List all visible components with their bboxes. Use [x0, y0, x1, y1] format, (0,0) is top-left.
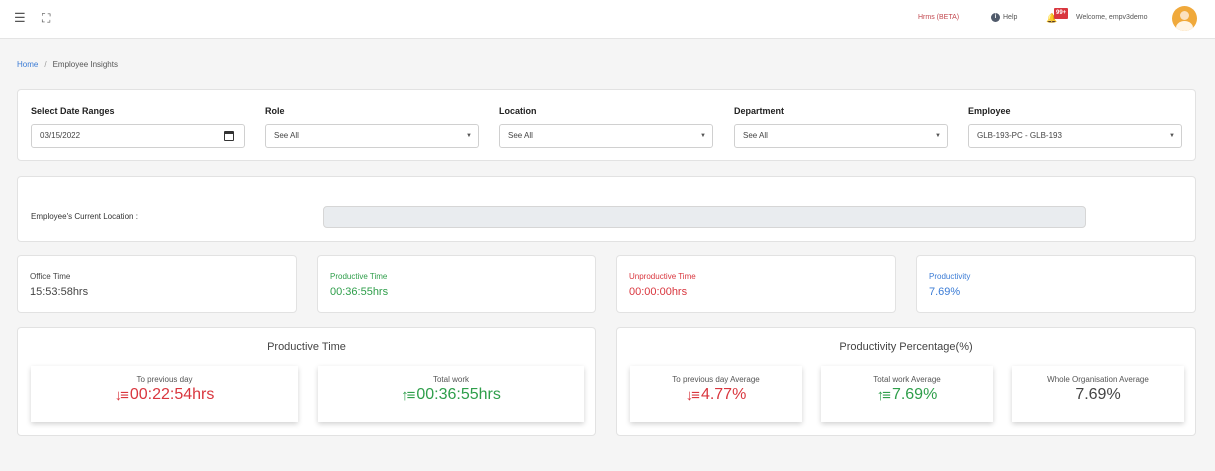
location-filter: Location See All ▼: [499, 106, 713, 148]
office-time-card: Office Time 15:53:58hrs: [17, 255, 297, 313]
total-work-average-metric: Total work Average ↑≡ 7.69%: [821, 366, 993, 422]
fullscreen-icon[interactable]: ⛶: [42, 11, 56, 25]
previous-day-average-value-row: ↓≡ 4.77%: [630, 386, 802, 404]
productivity-label: Productivity: [929, 272, 971, 281]
top-navbar: ☰ ⛶ Hrms (BETA) i Help 🔔 99+ Welcome, em…: [0, 0, 1215, 39]
current-location-field: [323, 206, 1086, 228]
sort-up-icon: ↑≡: [401, 386, 415, 404]
previous-day-value-row: ↓≡ 00:22:54hrs: [31, 386, 298, 404]
previous-day-value: 00:22:54hrs: [129, 386, 215, 403]
sort-up-icon: ↑≡: [876, 386, 891, 404]
previous-day-average-value: 4.77%: [700, 386, 747, 403]
previous-day-metric: To previous day ↓≡ 00:22:54hrs: [31, 366, 298, 422]
sort-down-icon: ↓≡: [114, 386, 129, 404]
office-time-label: Office Time: [30, 272, 71, 281]
total-work-label: Total work: [432, 375, 469, 384]
department-select[interactable]: See All ▼: [734, 124, 948, 148]
chevron-down-icon: ▼: [935, 133, 941, 139]
help-link[interactable]: i Help: [991, 13, 1017, 22]
info-icon: i: [991, 13, 1000, 22]
unproductive-time-value: 00:00:00hrs: [629, 286, 688, 298]
organisation-average-metric: Whole Organisation Average 7.69%: [1012, 366, 1184, 422]
unproductive-time-label: Unproductive Time: [629, 272, 696, 281]
breadcrumb-separator: /: [44, 60, 47, 69]
chevron-down-icon: ▼: [466, 133, 472, 139]
employee-select-value: GLB-193-PC - GLB-193: [977, 131, 1062, 140]
date-input[interactable]: 03/15/2022: [31, 124, 245, 148]
location-filter-label: Location: [499, 106, 537, 116]
department-select-value: See All: [743, 131, 768, 140]
productive-time-label: Productive Time: [330, 272, 388, 281]
productivity-card: Productivity 7.69%: [916, 255, 1196, 313]
help-label: Help: [1003, 14, 1018, 21]
location-select[interactable]: See All ▼: [499, 124, 713, 148]
total-work-metric: Total work ↑≡ 00:36:55hrs: [318, 366, 584, 422]
employee-filter-label: Employee: [968, 106, 1011, 116]
chevron-down-icon: ▼: [700, 133, 706, 139]
productivity-value: 7.69%: [929, 286, 961, 298]
previous-day-average-label: To previous day Average: [672, 375, 760, 384]
role-select-value: See All: [274, 131, 299, 140]
organisation-average-label: Whole Organisation Average: [1047, 375, 1149, 384]
productive-time-title: Productive Time: [267, 341, 346, 353]
role-filter: Role See All ▼: [265, 106, 479, 148]
breadcrumb-home[interactable]: Home: [17, 60, 38, 69]
date-input-value: 03/15/2022: [40, 131, 81, 140]
current-location-label: Employee's Current Location :: [31, 212, 138, 221]
welcome-text: Welcome, empv3demo: [1076, 14, 1148, 21]
total-work-value-row: ↑≡ 00:36:55hrs: [318, 386, 584, 404]
unproductive-time-card: Unproductive Time 00:00:00hrs: [616, 255, 896, 313]
total-work-average-value: 7.69%: [891, 386, 938, 403]
chevron-down-icon: ▼: [1169, 133, 1175, 139]
filters-card: Select Date Ranges 03/15/2022 Role See A…: [17, 89, 1196, 161]
productive-time-card: Productive Time 00:36:55hrs: [317, 255, 596, 313]
department-filter: Department See All ▼: [734, 106, 948, 148]
employee-select[interactable]: GLB-193-PC - GLB-193 ▼: [968, 124, 1182, 148]
total-work-value: 00:36:55hrs: [416, 386, 501, 403]
productive-time-value: 00:36:55hrs: [330, 286, 389, 298]
breadcrumb: Home / Employee Insights: [17, 60, 118, 69]
office-time-value: 15:53:58hrs: [30, 286, 89, 298]
hrms-link[interactable]: Hrms (BETA): [918, 14, 959, 21]
total-work-average-label: Total work Average: [873, 375, 941, 384]
current-location-card: Employee's Current Location :: [17, 176, 1196, 242]
productive-time-section: Productive Time To previous day ↓≡ 00:22…: [17, 327, 596, 436]
employee-filter: Employee GLB-193-PC - GLB-193 ▼: [968, 106, 1182, 148]
productivity-percentage-section: Productivity Percentage(%) To previous d…: [616, 327, 1196, 436]
total-work-average-value-row: ↑≡ 7.69%: [821, 386, 993, 404]
breadcrumb-current: Employee Insights: [52, 60, 118, 69]
productivity-percentage-title: Productivity Percentage(%): [839, 341, 973, 353]
location-select-value: See All: [508, 131, 533, 140]
date-filter-label: Select Date Ranges: [31, 106, 115, 116]
previous-day-average-metric: To previous day Average ↓≡ 4.77%: [630, 366, 802, 422]
avatar[interactable]: [1172, 6, 1197, 31]
sort-down-icon: ↓≡: [685, 386, 700, 404]
date-filter: Select Date Ranges 03/15/2022: [31, 106, 245, 148]
role-select[interactable]: See All ▼: [265, 124, 479, 148]
menu-icon[interactable]: ☰: [14, 11, 28, 25]
department-filter-label: Department: [734, 106, 785, 116]
previous-day-label: To previous day: [136, 375, 193, 384]
organisation-average-value: 7.69%: [1075, 386, 1121, 403]
notification-badge: 99+: [1054, 8, 1069, 19]
role-filter-label: Role: [265, 106, 285, 116]
calendar-icon[interactable]: [224, 131, 234, 141]
